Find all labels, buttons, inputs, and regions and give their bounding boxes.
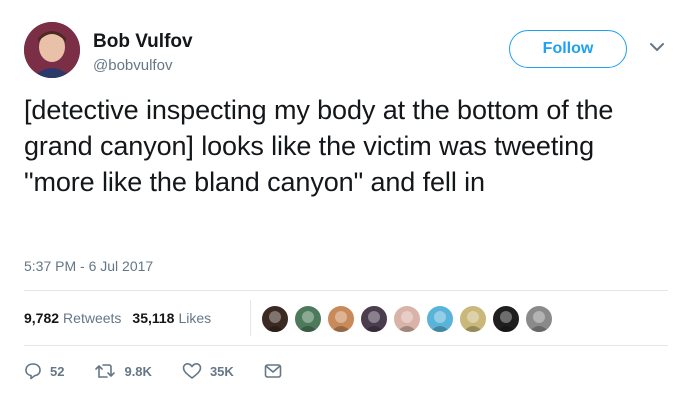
message-icon: [264, 364, 282, 378]
direct-message-button[interactable]: [264, 363, 290, 379]
liker-avatars: [260, 304, 557, 334]
retweets-label: Retweets: [63, 310, 122, 326]
reply-icon: [25, 363, 41, 380]
liker-avatar[interactable]: [260, 304, 290, 334]
retweet-icon: [95, 364, 116, 378]
retweets-count: 9,782: [24, 310, 60, 326]
like-button[interactable]: 35K: [182, 362, 234, 380]
liker-avatar[interactable]: [458, 304, 488, 334]
user-name[interactable]: Bob Vulfov: [93, 31, 193, 53]
liker-avatar[interactable]: [524, 304, 554, 334]
liker-avatar[interactable]: [359, 304, 389, 334]
retweets-stat[interactable]: 9,782 Retweets: [24, 310, 121, 326]
tweet-card: Bob Vulfov @bobvulfov Follow [detective …: [0, 0, 700, 412]
divider-bottom: [24, 345, 668, 346]
divider-top: [24, 290, 668, 291]
reply-count: 52: [50, 363, 65, 379]
tweet-text: [detective inspecting my body at the bot…: [24, 95, 614, 197]
heart-icon: [182, 363, 202, 379]
avatar[interactable]: [24, 22, 80, 78]
tweet-stats: 9,782 Retweets 35,118 Likes: [24, 310, 222, 326]
retweet-button[interactable]: 9.8K: [94, 362, 152, 380]
likes-count: 35,118: [132, 310, 175, 326]
reply-button[interactable]: 52: [24, 362, 64, 380]
likes-stat[interactable]: 35,118 Likes: [132, 310, 211, 326]
like-count: 35K: [209, 363, 234, 379]
tweet-timestamp[interactable]: 5:37 PM - 6 Jul 2017: [24, 258, 153, 274]
tweet-actions: 52 9.8K 35K: [24, 362, 320, 380]
stats-separator: [250, 300, 251, 336]
chevron-down-icon[interactable]: [648, 40, 666, 54]
liker-avatar[interactable]: [392, 304, 422, 334]
user-handle[interactable]: @bobvulfov: [93, 57, 172, 74]
likes-label: Likes: [178, 310, 212, 326]
liker-avatar[interactable]: [326, 304, 356, 334]
liker-avatar[interactable]: [425, 304, 455, 334]
follow-button[interactable]: Follow: [509, 30, 627, 68]
liker-avatar[interactable]: [293, 304, 323, 334]
retweet-count: 9.8K: [124, 363, 152, 379]
liker-avatar[interactable]: [491, 304, 521, 334]
